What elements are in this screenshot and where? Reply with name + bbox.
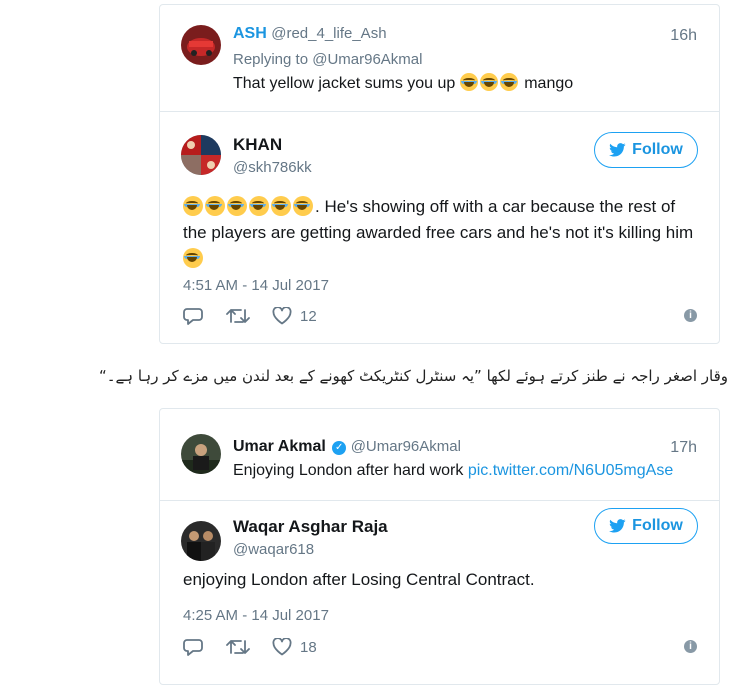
tweet-date[interactable]: 4:51 AM - 14 Jul 2017: [183, 277, 329, 294]
quoted-author-name[interactable]: Umar Akmal: [233, 438, 326, 455]
follow-button[interactable]: Follow: [594, 132, 698, 168]
pic-link[interactable]: pic.twitter.com/N6U05mgAse: [468, 462, 673, 479]
quoted-timestamp[interactable]: 16h: [670, 27, 697, 45]
quoted-author[interactable]: Umar Akmal ✓ @Umar96Akmal: [233, 438, 461, 456]
heart-icon: [272, 307, 292, 325]
heart-icon: [272, 638, 292, 656]
quoted-text-before: That yellow jacket sums you up: [233, 75, 460, 92]
tweet-text: . He's showing off with a car because th…: [183, 194, 703, 272]
face-with-tears-of-joy-icon: [293, 196, 313, 216]
face-with-tears-of-joy-icon: [183, 248, 203, 268]
quoted-tweet-text: That yellow jacket sums you up mango: [233, 73, 573, 93]
urdu-caption: وقار اصغر راجہ نے طنز کرتے ہوئے لکھا ”یہ…: [98, 367, 728, 385]
verified-badge-icon: ✓: [332, 441, 347, 455]
retweet-button[interactable]: [226, 638, 250, 656]
replying-to: Replying to @Umar96Akmal: [233, 51, 423, 68]
avatar-khan[interactable]: [181, 135, 221, 175]
embedded-tweet-waqar: Umar Akmal ✓ @Umar96Akmal 17h Enjoying L…: [159, 408, 720, 685]
face-with-tears-of-joy-icon: [227, 196, 247, 216]
face-with-tears-of-joy-icon: [249, 196, 269, 216]
info-icon[interactable]: i: [684, 640, 697, 653]
reply-button[interactable]: [183, 307, 203, 325]
face-with-tears-of-joy-icon: [271, 196, 291, 216]
quoted-tweet[interactable]: ASH @red_4_life_Ash 16h Replying to @Uma…: [160, 5, 719, 112]
like-count: 12: [300, 307, 317, 325]
quoted-author-name[interactable]: ASH: [233, 25, 267, 42]
embedded-tweet-khan: ASH @red_4_life_Ash 16h Replying to @Uma…: [159, 4, 720, 344]
retweet-icon: [226, 640, 250, 654]
author-name[interactable]: KHAN: [233, 135, 282, 155]
face-with-tears-of-joy-icon: [479, 73, 498, 91]
like-button[interactable]: 12: [272, 307, 317, 325]
like-count: 18: [300, 638, 317, 656]
quoted-author-handle[interactable]: @Umar96Akmal: [351, 438, 461, 455]
avatar-ash[interactable]: [181, 25, 221, 65]
follow-button[interactable]: Follow: [594, 508, 698, 544]
author-handle[interactable]: @skh786kk: [233, 159, 312, 176]
tweet-text: enjoying London after Losing Central Con…: [183, 570, 535, 589]
twitter-bird-icon: [609, 143, 626, 157]
twitter-bird-icon: [609, 519, 626, 533]
face-with-tears-of-joy-icon: [499, 73, 518, 91]
retweet-button[interactable]: [226, 307, 250, 325]
quoted-tweet[interactable]: Umar Akmal ✓ @Umar96Akmal 17h Enjoying L…: [160, 409, 719, 501]
like-button[interactable]: 18: [272, 638, 317, 656]
follow-label: Follow: [632, 517, 683, 534]
tweet-actions: 18 i: [183, 638, 697, 660]
reply-button[interactable]: [183, 638, 203, 656]
face-with-tears-of-joy-icon: [183, 196, 203, 216]
author-handle[interactable]: @waqar618: [233, 541, 314, 558]
quoted-tweet-text: Enjoying London after hard work pic.twit…: [233, 462, 673, 480]
quoted-text-after: mango: [519, 75, 574, 92]
reply-icon: [183, 308, 203, 325]
avatar-umar-akmal[interactable]: [181, 434, 221, 474]
quoted-author[interactable]: ASH @red_4_life_Ash: [233, 25, 387, 43]
tweet-actions: 12 i: [183, 307, 697, 329]
reply-icon: [183, 639, 203, 656]
face-with-tears-of-joy-icon: [459, 73, 478, 91]
quoted-text-body: Enjoying London after hard work: [233, 462, 468, 479]
retweet-icon: [226, 309, 250, 323]
info-icon[interactable]: i: [684, 309, 697, 322]
tweet-date[interactable]: 4:25 AM - 14 Jul 2017: [183, 607, 329, 624]
face-with-tears-of-joy-icon: [205, 196, 225, 216]
quoted-author-handle[interactable]: @red_4_life_Ash: [271, 25, 386, 42]
avatar-waqar[interactable]: [181, 521, 221, 561]
follow-label: Follow: [632, 141, 683, 158]
author-name[interactable]: Waqar Asghar Raja: [233, 517, 388, 537]
quoted-timestamp[interactable]: 17h: [670, 439, 697, 457]
